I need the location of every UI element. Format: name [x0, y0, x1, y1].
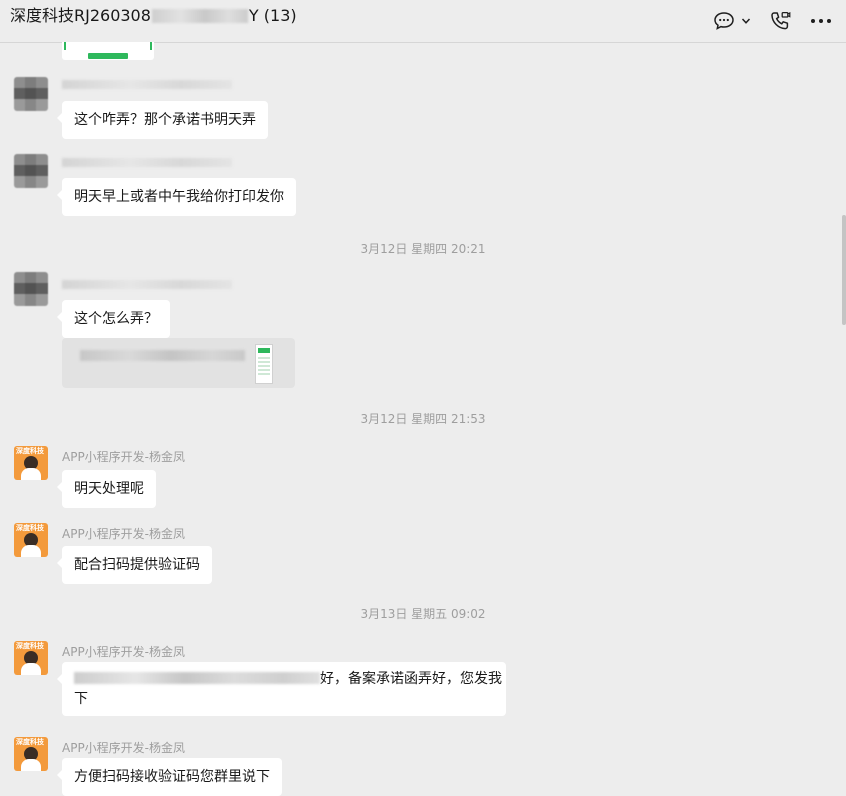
avatar[interactable]: 深度科技 [14, 523, 48, 557]
sender-name: APP小程序开发-杨金凤 [62, 450, 186, 464]
redacted-file-name [80, 350, 245, 361]
message-text: 配合扫码提供验证码 [74, 557, 200, 573]
sender-name: APP小程序开发-杨金凤 [62, 741, 186, 755]
message-text: 方便扫码接收验证码您群里说下 [74, 769, 270, 785]
timestamp: 3月13日 星期五 09:02 [360, 607, 486, 621]
sender-name: APP小程序开发-杨金凤 [62, 527, 186, 541]
chat-options-button[interactable] [713, 10, 755, 32]
call-button[interactable] [769, 10, 793, 32]
chat-header: 深度科技RJ260308 Y (13) [0, 0, 846, 43]
message-text: 这个怎么弄？ [74, 311, 158, 327]
chat-title: 深度科技RJ260308 Y (13) [10, 6, 297, 26]
timestamp: 3月12日 星期四 21:53 [360, 412, 486, 426]
message-bubble[interactable]: 方便扫码接收验证码您群里说下 [57, 758, 282, 796]
avatar[interactable] [14, 77, 48, 111]
message-bubble[interactable]: 这个咋弄？那个承诺书明天弄 [57, 101, 268, 139]
redacted-sender-name [62, 158, 232, 167]
timestamp: 3月12日 星期四 20:21 [360, 242, 486, 256]
file-card[interactable] [62, 338, 295, 388]
avatar-brand-text: 深度科技 [16, 447, 44, 455]
partial-image-card[interactable] [62, 42, 154, 60]
message-bubble[interactable]: 明天处理呢 [57, 470, 156, 508]
message-text: 这个咋弄？那个承诺书明天弄 [74, 112, 256, 128]
redacted-title-segment [151, 9, 248, 23]
sender-name: APP小程序开发-杨金凤 [62, 645, 186, 659]
redacted-text [74, 672, 320, 684]
chat-title-suffix: Y (13) [248, 6, 297, 25]
avatar-brand-text: 深度科技 [16, 738, 44, 746]
avatar[interactable]: 深度科技 [14, 446, 48, 480]
chevron-down-icon [741, 17, 751, 25]
message-list-scrollbar[interactable] [842, 215, 846, 325]
message-bubble[interactable]: 这个怎么弄？ [57, 300, 170, 338]
avatar-brand-text: 深度科技 [16, 642, 44, 650]
message-text: 好，备案承诺函弄好，您发我 [320, 671, 502, 687]
message-bubble[interactable]: 好，备案承诺函弄好，您发我 下 [57, 662, 506, 716]
avatar[interactable] [14, 272, 48, 306]
message-bubble[interactable]: 配合扫码提供验证码 [57, 546, 212, 584]
video-call-icon [769, 10, 791, 32]
avatar[interactable]: 深度科技 [14, 737, 48, 771]
more-icon [810, 18, 832, 24]
message-bubble[interactable]: 明天早上或者中午我给你打印发你 [57, 178, 296, 216]
avatar[interactable]: 深度科技 [14, 641, 48, 675]
redacted-sender-name [62, 80, 232, 89]
file-thumbnail [255, 344, 273, 384]
redacted-sender-name [62, 280, 232, 289]
message-text: 明天早上或者中午我给你打印发你 [74, 189, 284, 205]
chat-title-prefix: 深度科技RJ260308 [10, 6, 151, 25]
more-button[interactable] [810, 10, 834, 32]
chat-bubble-icon [713, 11, 735, 31]
message-text: 明天处理呢 [74, 481, 144, 497]
message-text-line2: 下 [74, 691, 88, 707]
avatar-brand-text: 深度科技 [16, 524, 44, 532]
avatar[interactable] [14, 154, 48, 188]
